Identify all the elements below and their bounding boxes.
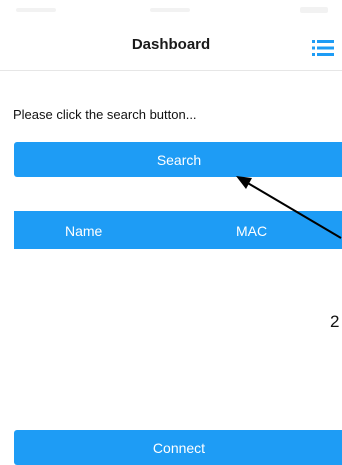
navigation-bar: Dashboard (0, 22, 342, 71)
status-clock (150, 8, 190, 12)
page-title: Dashboard (131, 36, 211, 53)
device-table-header: Name MAC (14, 211, 342, 249)
connect-button[interactable]: Connect (14, 430, 342, 465)
instruction-text: Please click the search button... (13, 107, 197, 122)
column-header-name: Name (65, 223, 103, 239)
annotation-number: 2 (330, 312, 340, 331)
battery-icon (300, 7, 328, 13)
device-list (14, 249, 342, 419)
search-button[interactable]: Search (14, 142, 342, 177)
list-menu-icon[interactable] (311, 39, 335, 57)
signal-indicator (16, 8, 56, 12)
column-header-mac: MAC (236, 223, 268, 239)
status-bar (0, 0, 342, 22)
